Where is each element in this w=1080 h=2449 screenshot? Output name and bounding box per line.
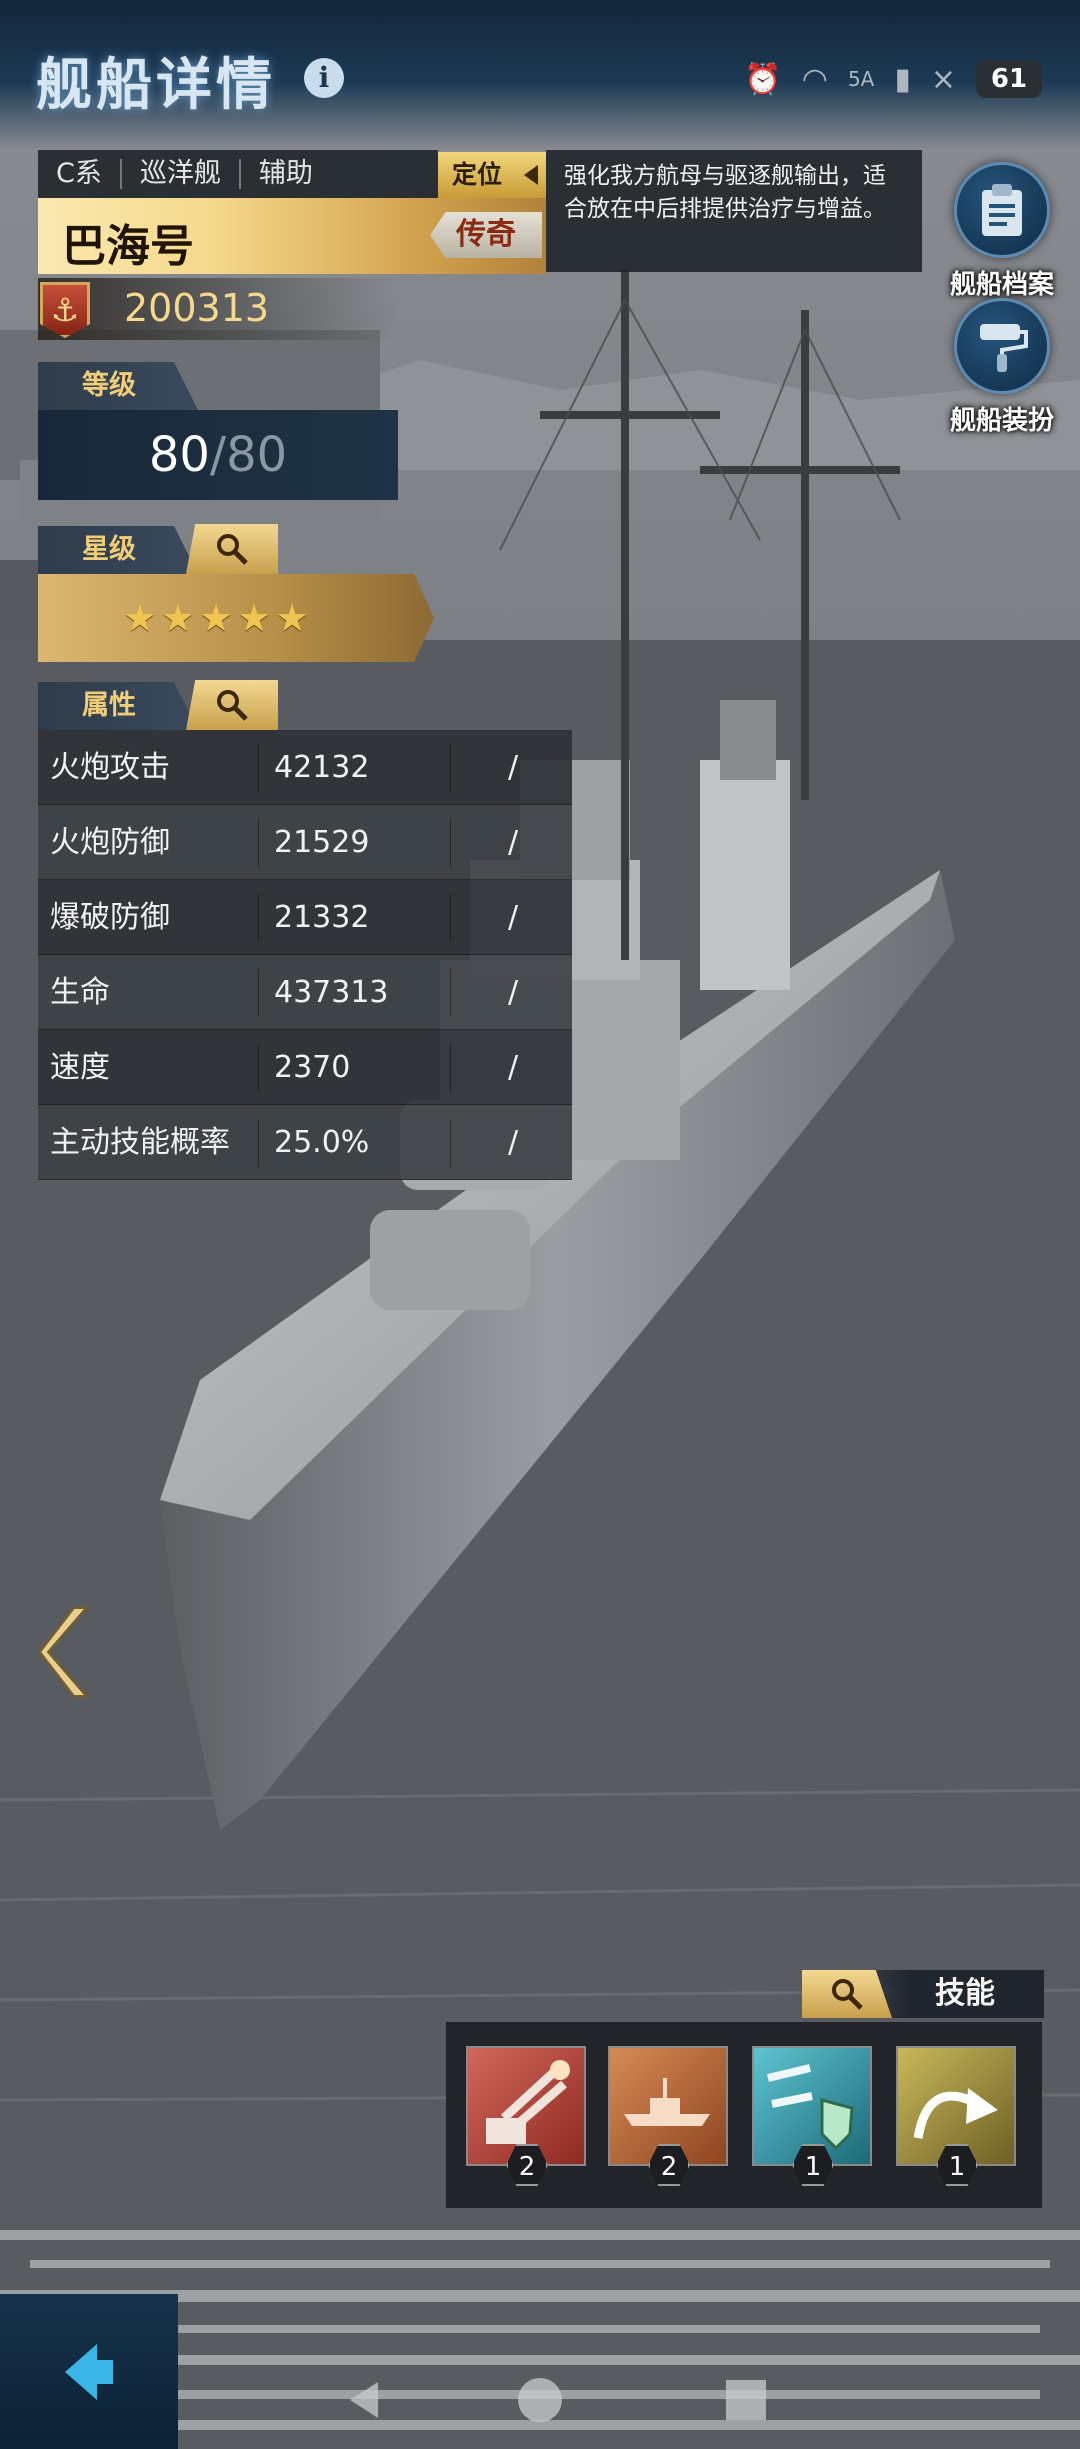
attribute-row: 火炮攻击 42132 /: [38, 730, 572, 805]
attribute-value: 25.0%: [274, 1125, 370, 1160]
ship-archive-label: 舰船档案: [949, 270, 1054, 300]
status-bar: ⏰ ◠ 5A ▮ × 61: [744, 56, 1042, 102]
skill-slot[interactable]: 1: [752, 2046, 872, 2186]
ship-name-banner: 巴海号 传奇: [38, 198, 546, 274]
attribute-value: 21332: [274, 900, 370, 935]
attribute-extra: /: [508, 975, 519, 1010]
ship-type-tag: 巡洋舰: [122, 159, 241, 189]
attribute-name: 爆破防御: [50, 900, 170, 935]
ship-outfit-label: 舰船装扮: [949, 406, 1054, 436]
attribute-extra: /: [508, 1125, 519, 1160]
ship-outfit-button[interactable]: 舰船装扮: [937, 298, 1067, 448]
attribute-row: 主动技能概率 25.0% /: [38, 1105, 572, 1180]
star-icon: ★: [237, 596, 272, 640]
skill-slot[interactable]: 1: [896, 2046, 1016, 2186]
attribute-value: 437313: [274, 975, 389, 1010]
nav-back-icon: [350, 2382, 378, 2418]
level-max: /80: [209, 427, 288, 483]
ship-id: 200313: [124, 286, 270, 330]
star-rating: ★ ★ ★ ★ ★: [38, 574, 434, 662]
page-title: 舰船详情: [36, 53, 276, 118]
ship-archive-button[interactable]: 舰船档案: [937, 162, 1067, 312]
rarity-badge: 传奇: [430, 212, 542, 258]
attribute-name: 速度: [50, 1050, 110, 1085]
clipboard-icon: [954, 162, 1050, 258]
level-header: 等级: [38, 362, 198, 410]
ship-nation-tag: C系: [38, 159, 122, 189]
skill-slot[interactable]: 2: [466, 2046, 586, 2186]
attribute-row: 生命 437313 /: [38, 955, 572, 1030]
paint-roller-icon: [954, 298, 1050, 394]
magnifier-icon: [217, 690, 248, 721]
attribute-name: 生命: [50, 975, 110, 1010]
star-icon: ★: [275, 596, 310, 640]
role-label: 定位: [452, 160, 503, 189]
attribute-value: 2370: [274, 1050, 351, 1085]
attribute-value: 42132: [274, 750, 370, 785]
ship-id-row: ⚓ 200313: [38, 278, 398, 340]
nav-recent-icon: [726, 2380, 766, 2420]
attributes-table: 火炮攻击 42132 / 火炮防御 21529 / 爆破防御 21332 / 生…: [38, 730, 572, 1180]
wifi-icon: ◠: [801, 61, 828, 97]
attribute-value: 21529: [274, 825, 370, 860]
attribute-name: 主动技能概率: [50, 1125, 230, 1160]
attribute-name: 火炮防御: [50, 825, 170, 860]
level-current: 80: [148, 427, 210, 483]
attribute-extra: /: [508, 750, 519, 785]
ship-tags-row: C系 巡洋舰 辅助: [38, 150, 438, 198]
attribute-name: 火炮攻击: [50, 750, 170, 785]
anchor-icon: ⚓: [40, 282, 90, 338]
signal-icon: ▮: [894, 61, 911, 97]
star-icon: ★: [122, 596, 157, 640]
triangle-left-icon: [524, 165, 538, 185]
role-description: 强化我方航母与驱逐舰输出，适合放在中后排提供治疗与增益。: [546, 150, 922, 272]
star-header: 星级: [38, 526, 198, 574]
level-display: 80/80: [38, 410, 398, 500]
star-detail-button[interactable]: [186, 524, 278, 574]
attribute-row: 爆破防御 21332 /: [38, 880, 572, 955]
star-icon: ★: [198, 596, 234, 640]
attribute-row: 速度 2370 /: [38, 1030, 572, 1105]
attribute-extra: /: [508, 825, 519, 860]
magnifier-icon: [832, 1979, 863, 2010]
signal-off-icon: ×: [930, 61, 956, 97]
previous-ship-arrow-icon[interactable]: [40, 1604, 92, 1700]
back-button[interactable]: [0, 2294, 178, 2449]
ship-role-tag: 辅助: [258, 158, 313, 189]
battery-indicator: 61: [976, 60, 1042, 98]
role-toggle-button[interactable]: 定位: [438, 152, 546, 198]
attribute-row: 火炮防御 21529 /: [38, 805, 572, 880]
alarm-icon: ⏰: [744, 61, 782, 97]
attribute-extra: /: [508, 1050, 519, 1085]
network-type-label: 5A: [847, 67, 875, 91]
back-arrow-icon: [65, 2343, 113, 2400]
skills-header: 技能: [935, 1976, 995, 2011]
attributes-header: 属性: [38, 682, 198, 730]
ship-name: 巴海号: [62, 221, 194, 272]
skills-panel: 2 2 1 1: [446, 2022, 1042, 2208]
star-icon: ★: [160, 596, 195, 640]
system-nav-bar: [350, 2378, 766, 2422]
info-icon[interactable]: i: [304, 58, 344, 98]
nav-home-icon: [518, 2378, 562, 2422]
skill-slot[interactable]: 2: [608, 2046, 728, 2186]
attributes-detail-button[interactable]: [186, 680, 278, 730]
attribute-extra: /: [508, 900, 519, 935]
magnifier-icon: [217, 534, 248, 565]
